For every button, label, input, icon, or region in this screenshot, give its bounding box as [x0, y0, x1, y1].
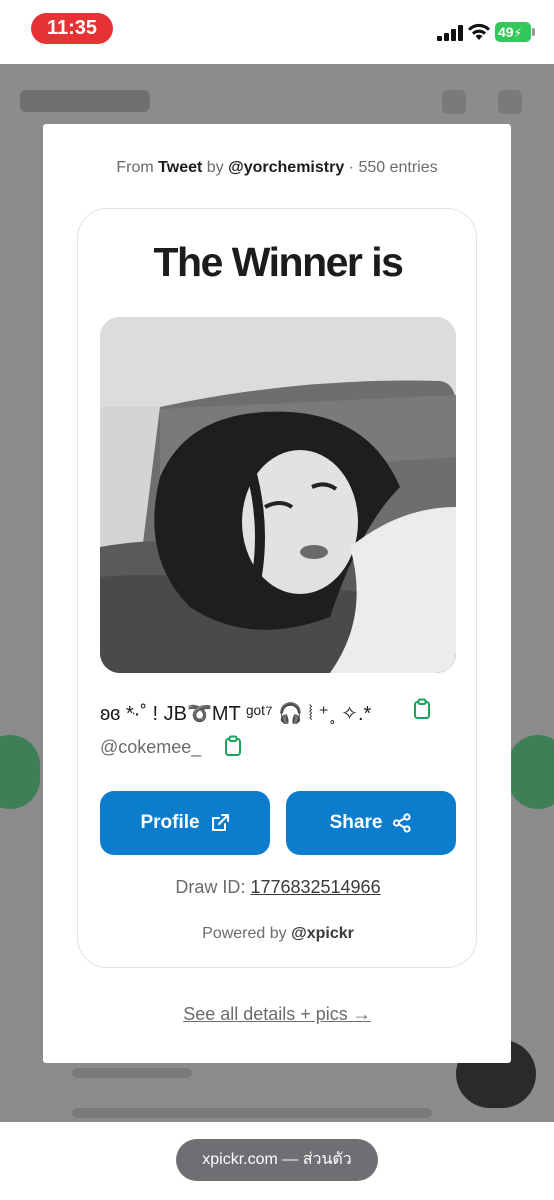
background-logo: [20, 90, 150, 112]
background-icon: [498, 90, 522, 114]
source-author: @yorchemistry: [228, 159, 345, 176]
winner-handle: @cokemee_: [100, 737, 202, 757]
winner-card: The Winner is ʚɞ *ּ·˚ ! JB➰MT ᵍᵒᵗ⁷ 🎧 ⦚ ⁺…: [77, 208, 477, 968]
see-all-details-link[interactable]: See all details + pics →: [43, 1004, 511, 1025]
profile-button-label: Profile: [140, 812, 200, 833]
powered-by-link[interactable]: @xpickr: [291, 925, 354, 942]
status-time: 11:35: [31, 13, 113, 44]
signal-icon: [437, 25, 463, 41]
copy-icon[interactable]: [412, 698, 432, 725]
share-button[interactable]: Share: [286, 791, 456, 855]
background-button: [508, 735, 554, 809]
battery-icon: 49⚡: [495, 22, 531, 42]
draw-id-label: Draw ID:: [175, 877, 246, 897]
entries-count: 550 entries: [358, 159, 438, 176]
winner-display-name: ʚɞ *ּ·˚ ! JB➰MT ᵍᵒᵗ⁷ 🎧 ⦚ ⁺˳ ✧.*: [100, 702, 372, 725]
background-text: [72, 1068, 192, 1078]
background-icon: [442, 90, 466, 114]
winner-title: The Winner is: [153, 239, 404, 285]
status-bar: 11:35 49⚡: [0, 0, 554, 64]
winner-modal: From Tweet by @yorchemistry · 550 entrie…: [43, 124, 511, 1063]
wifi-icon: [468, 23, 490, 40]
battery-level: 49: [498, 24, 514, 40]
winner-photo: [100, 317, 456, 673]
share-icon: [393, 813, 412, 833]
url-bar[interactable]: xpickr.com — ส่วนตัว: [176, 1139, 378, 1181]
copy-icon[interactable]: [223, 735, 243, 762]
draw-id-link[interactable]: 1776832514966: [250, 877, 380, 897]
profile-button[interactable]: Profile: [100, 791, 270, 855]
share-button-label: Share: [329, 812, 383, 833]
source-by: by: [206, 159, 224, 176]
source-separator: ·: [348, 159, 354, 176]
source-type: Tweet: [158, 159, 203, 176]
source-line: From Tweet by @yorchemistry · 550 entrie…: [43, 159, 511, 177]
draw-id: Draw ID: 1776832514966: [78, 877, 478, 898]
source-prefix: From: [116, 159, 154, 176]
powered-by-label: Powered by: [202, 925, 287, 942]
powered-by: Powered by @xpickr: [78, 925, 478, 943]
background-text: [72, 1108, 432, 1118]
battery-tip: [532, 28, 535, 36]
external-link-icon: [211, 814, 229, 831]
